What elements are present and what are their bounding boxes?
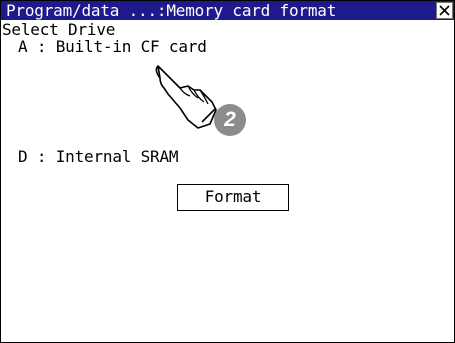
close-icon xyxy=(439,5,450,16)
memory-card-format-screen: Program/data ...:Memory card format Sele… xyxy=(0,0,455,343)
step-number-badge: 2 xyxy=(214,104,246,136)
close-button[interactable] xyxy=(436,2,453,19)
drive-option-d[interactable]: D : Internal SRAM xyxy=(18,148,179,166)
format-button[interactable]: Format xyxy=(177,184,289,211)
title-bar: Program/data ...:Memory card format xyxy=(1,1,454,20)
window-title: Program/data ...:Memory card format xyxy=(6,1,337,20)
drive-option-a[interactable]: A : Built-in CF card xyxy=(18,38,207,56)
